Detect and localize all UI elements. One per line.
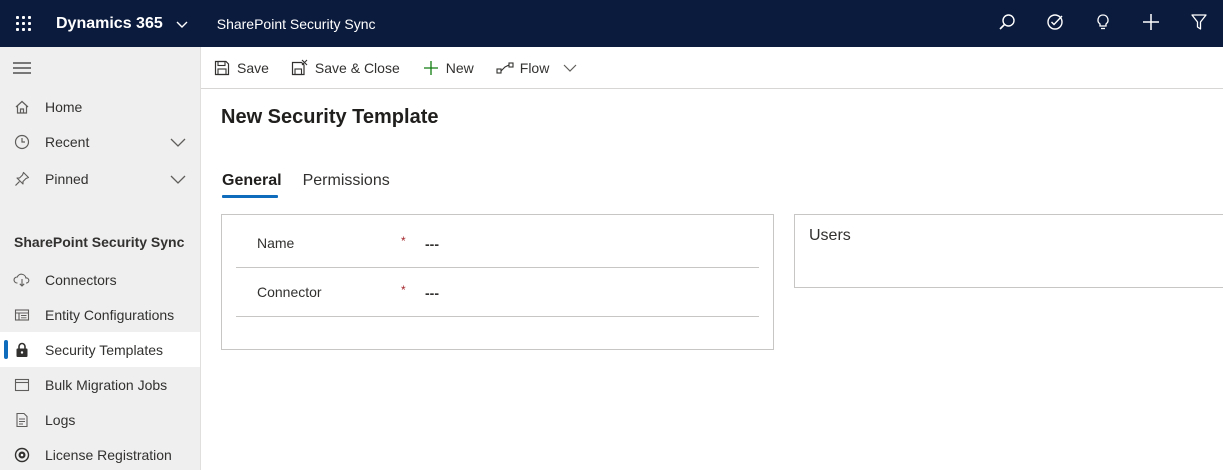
waffle-icon [16,16,31,31]
document-icon [13,411,31,429]
assistant-button[interactable] [1079,0,1127,47]
license-icon [13,446,31,464]
page-title: New Security Template [221,106,439,128]
save-icon [213,59,231,77]
sidebar-item-home[interactable]: Home [0,89,200,124]
advanced-filter-button[interactable] [1175,0,1223,47]
sidebar-item-license-registration[interactable]: License Registration [0,437,200,470]
name-field[interactable]: --- [425,236,439,252]
sidebar-item-logs[interactable]: Logs [0,402,200,437]
clock-icon [13,133,31,151]
hamburger-icon [13,61,31,77]
new-button[interactable]: New [416,47,480,89]
sidebar-item-bulk-migration-jobs[interactable]: Bulk Migration Jobs [0,367,200,402]
connector-lookup-field[interactable]: --- [425,285,439,301]
lock-icon [13,341,31,359]
connector-field-label: Connector [257,284,322,300]
form-tabs: General Permissions [222,172,411,198]
window-icon [13,376,31,394]
sidebar-section-title: SharePoint Security Sync [14,234,185,250]
task-check-icon [1046,13,1064,34]
lightbulb-icon [1094,13,1112,34]
hamburger-menu-button[interactable] [12,59,32,79]
users-section-title: Users [809,227,851,244]
sidebar-item-label: Recent [45,133,90,150]
top-navigation-bar: Dynamics 365 SharePoint Security Sync [0,0,1223,47]
name-field-row: Name * --- [236,219,759,268]
flow-button[interactable]: Flow [490,47,584,89]
sidebar-item-recent[interactable]: Recent [0,124,200,159]
flow-label: Flow [519,59,550,76]
cloud-sync-icon [13,271,31,289]
save-close-label: Save & Close [314,59,400,76]
save-and-close-button[interactable]: Save & Close [285,47,406,89]
sidebar-item-pinned[interactable]: Pinned [0,161,200,196]
new-label: New [445,59,474,76]
name-field-label: Name [257,235,295,251]
chevron-down-icon[interactable] [169,170,187,188]
flow-icon [496,59,514,77]
plus-icon [422,59,440,77]
app-launcher-button[interactable] [0,0,47,47]
sidebar: Home Recent Pinned SharePoint Security S… [0,47,201,470]
save-label: Save [237,59,269,76]
top-actions [983,0,1223,47]
general-section: Name * --- Connector * --- [221,214,774,350]
sidebar-item-entity-configurations[interactable]: Entity Configurations [0,297,200,332]
sidebar-item-label: Bulk Migration Jobs [45,376,168,393]
required-indicator: * [401,234,406,248]
sidebar-item-label: Logs [45,411,76,428]
tab-permissions[interactable]: Permissions [303,172,390,198]
sidebar-item-label: Entity Configurations [45,306,175,323]
users-section: Users [794,214,1223,288]
brand-name[interactable]: Dynamics 365 [56,15,163,33]
chevron-down-icon[interactable] [175,16,191,32]
save-button[interactable]: Save [207,47,275,89]
sidebar-item-security-templates[interactable]: Security Templates [0,332,200,367]
form-area: New Security Template General Permission… [201,90,1223,470]
connector-field-row: Connector * --- [236,268,759,317]
sidebar-item-label: Connectors [45,271,117,288]
entity-icon [13,306,31,324]
search-button[interactable] [983,0,1031,47]
sidebar-item-label: Security Templates [45,341,164,358]
sidebar-item-connectors[interactable]: Connectors [0,262,200,297]
filter-icon [1190,13,1208,34]
search-icon [998,13,1016,34]
chevron-down-icon[interactable] [169,133,187,151]
pin-icon [13,170,31,188]
sidebar-item-label: License Registration [45,446,172,463]
required-indicator: * [401,283,406,297]
sidebar-item-label: Pinned [45,170,89,187]
sidebar-item-label: Home [45,98,83,115]
save-close-icon [291,59,309,77]
plus-icon [1142,13,1160,34]
home-icon [13,98,31,116]
task-button[interactable] [1031,0,1079,47]
tab-general[interactable]: General [222,172,282,198]
command-bar: Save Save & Close New Flow [201,47,1223,89]
chevron-down-icon[interactable] [563,63,577,73]
quick-create-button[interactable] [1127,0,1175,47]
app-title[interactable]: SharePoint Security Sync [217,16,376,32]
